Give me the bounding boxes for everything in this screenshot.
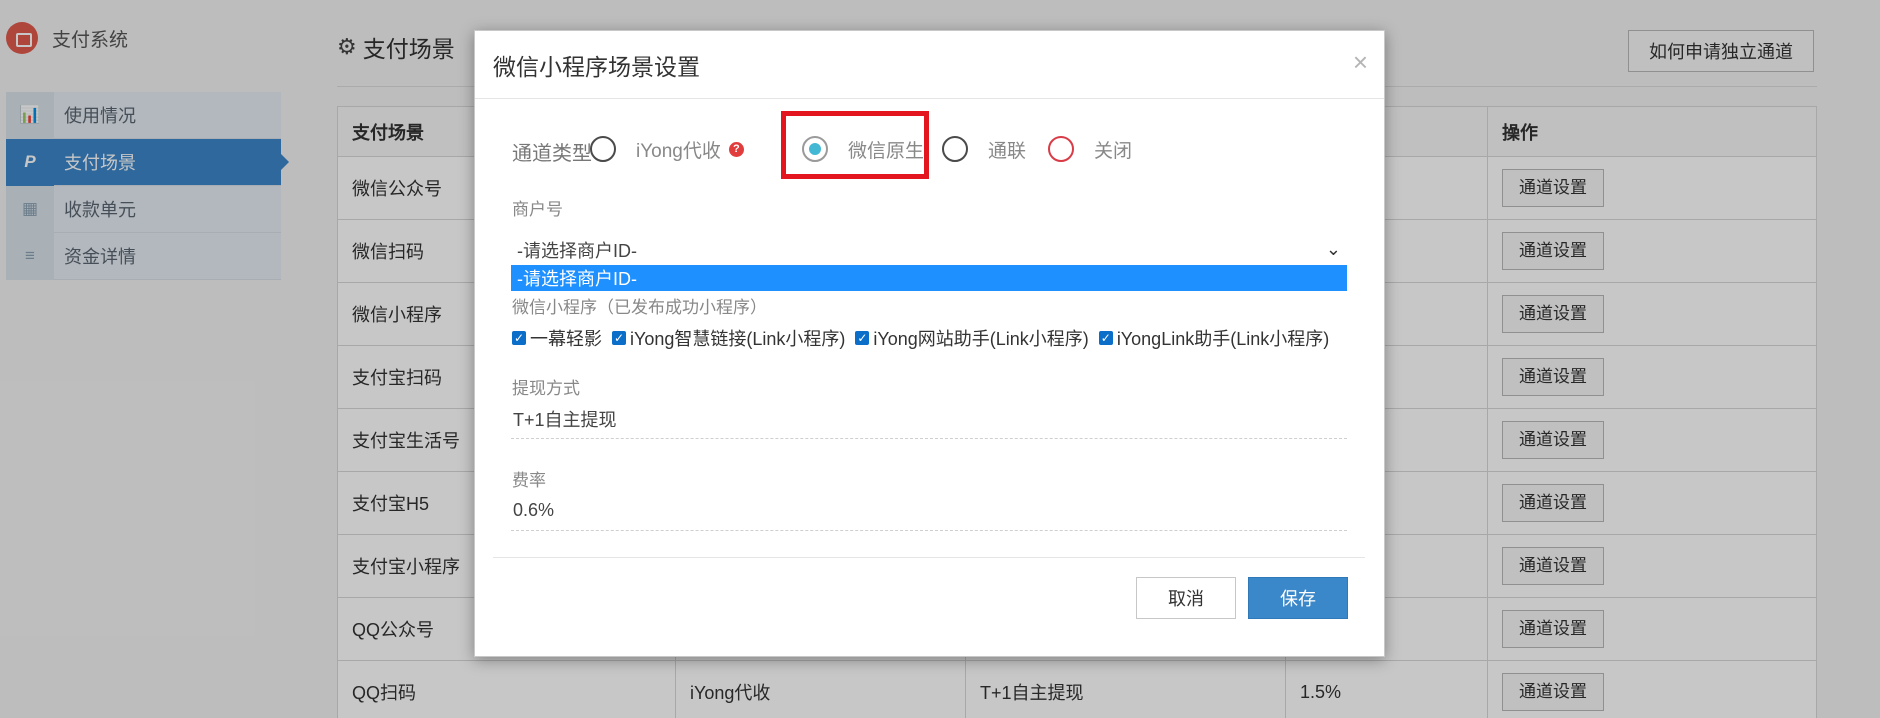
radio-circle[interactable] [942,136,968,162]
radio-label: iYong代收 [636,140,721,162]
mini-program-checkbox[interactable]: ✓ iYong网站助手(Link小程序) [855,325,1089,351]
modal-header: 微信小程序场景设置 × [475,31,1384,99]
withdraw-value: T+1自主提现 [511,399,1347,439]
radio-close[interactable]: 关闭 [1048,127,1132,171]
rate-label: 费率 [512,471,546,490]
merchant-label: 商户号 [512,200,563,219]
checkbox-checked[interactable]: ✓ [855,331,870,345]
scene-settings-modal: 微信小程序场景设置 × 通道类型 iYong代收 ? 微信原生 通联 关闭 商户… [474,30,1385,657]
channel-type-label: 通道类型 [512,143,592,165]
radio-circle[interactable] [1048,136,1074,162]
close-icon[interactable]: × [1353,49,1368,75]
checkbox-checked[interactable]: ✓ [512,331,526,345]
merchant-dropdown-option[interactable]: -请选择商户ID- [511,265,1347,291]
modal-title: 微信小程序场景设置 [493,53,700,80]
mini-program-checkbox[interactable]: ✓ iYong智慧链接(Link小程序) [612,325,845,351]
checkbox-checked[interactable]: ✓ [1098,331,1113,345]
radio-tonglian[interactable]: 通联 [942,127,1026,171]
mini-program-checklist: ✓ 一幕轻影 ✓ iYong智慧链接(Link小程序) ✓ iYong网站助手(… [512,323,1339,353]
footer-divider [493,557,1365,558]
rate-value: 0.6% [511,491,1347,531]
radio-iyong-collect[interactable]: iYong代收 ? [590,127,744,171]
radio-label: 通联 [988,140,1027,162]
chevron-down-icon: ⌄ [1325,239,1341,259]
save-button[interactable]: 保存 [1248,577,1348,619]
radio-label: 关闭 [1094,140,1133,162]
mini-program-checkbox[interactable]: ✓ 一幕轻影 [512,325,602,351]
highlight-box [781,111,929,179]
mini-program-label: 微信小程序（已发布成功小程序） [512,298,767,317]
radio-circle[interactable] [590,136,616,162]
merchant-select-value: -请选择商户ID- [517,240,637,261]
checkbox-checked[interactable]: ✓ [612,331,626,345]
mini-program-checkbox[interactable]: ✓ iYongLink助手(Link小程序) [1098,325,1329,351]
help-icon[interactable]: ? [728,141,744,157]
cancel-button[interactable]: 取消 [1136,577,1236,619]
withdraw-label: 提现方式 [512,379,580,398]
